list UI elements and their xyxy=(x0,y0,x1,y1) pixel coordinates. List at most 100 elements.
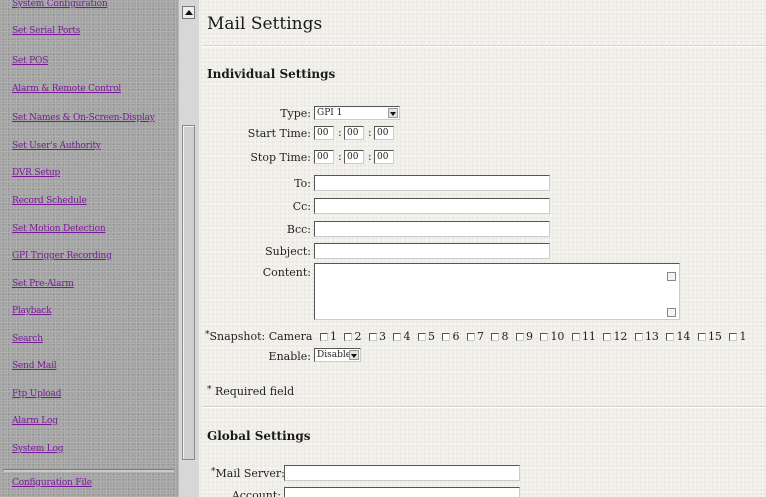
sidebar-item-set-pos[interactable]: Set POS xyxy=(12,56,48,66)
bcc-input[interactable] xyxy=(314,221,550,237)
sidebar-item-playback[interactable]: Playback xyxy=(12,306,52,316)
checkbox-icon[interactable] xyxy=(319,333,328,341)
enable-label: Enable: xyxy=(268,350,311,363)
start-minute-input[interactable]: 00 xyxy=(344,126,364,140)
sidebar-item-send-mail[interactable]: Send Mail xyxy=(12,361,57,371)
sidebar-item-search[interactable]: Search xyxy=(12,334,43,344)
camera-checkbox-14[interactable]: 14 xyxy=(662,330,690,343)
sidebar-item-configuration-file[interactable]: Configuration File xyxy=(12,478,92,488)
camera-number: 6 xyxy=(452,330,460,343)
camera-checkbox-6[interactable]: 6 xyxy=(438,330,459,343)
type-label: Type: xyxy=(280,107,311,120)
camera-checkbox-1[interactable]: 1 xyxy=(316,330,337,343)
camera-checkbox-11[interactable]: 11 xyxy=(568,330,596,343)
checkbox-icon[interactable] xyxy=(466,333,475,341)
enable-select[interactable]: Disable xyxy=(314,348,361,362)
checkbox-icon[interactable] xyxy=(442,333,451,341)
scrollbar-thumb[interactable] xyxy=(182,125,195,460)
camera-checkbox-2[interactable]: 2 xyxy=(340,330,361,343)
checkbox-icon[interactable] xyxy=(393,333,402,341)
camera-number: 10 xyxy=(550,330,565,343)
camera-checkbox-15[interactable]: 15 xyxy=(694,330,722,343)
checkbox-icon[interactable] xyxy=(344,333,353,341)
checkbox-icon[interactable] xyxy=(571,333,580,341)
camera-checkbox-16[interactable]: 1 xyxy=(725,330,746,343)
checkbox-icon[interactable] xyxy=(603,333,612,341)
checkbox-icon[interactable] xyxy=(417,333,426,341)
to-label: To: xyxy=(294,177,311,190)
textarea-scroll-up-icon[interactable] xyxy=(667,272,676,281)
camera-checkbox-13[interactable]: 13 xyxy=(631,330,659,343)
required-marker: * xyxy=(207,385,212,395)
mail-server-input[interactable] xyxy=(284,465,520,481)
sidebar-item-ftp-upload[interactable]: Ftp Upload xyxy=(12,389,61,399)
scroll-up-arrow-icon[interactable] xyxy=(182,6,195,19)
stop-time-label: Stop Time: xyxy=(250,151,311,164)
camera-number: 9 xyxy=(525,330,533,343)
sidebar-item-alarm-log[interactable]: Alarm Log xyxy=(12,416,58,426)
time-separator: : xyxy=(338,150,342,163)
camera-checkbox-12[interactable]: 12 xyxy=(599,330,627,343)
stop-hour-input[interactable]: 00 xyxy=(314,150,334,164)
sidebar-item-set-motion-detection[interactable]: Set Motion Detection xyxy=(12,224,106,234)
main-content: Mail Settings Individual Settings Type: … xyxy=(199,0,766,497)
camera-number: 8 xyxy=(501,330,509,343)
subject-label: Subject: xyxy=(265,245,311,258)
subject-input[interactable] xyxy=(314,243,550,259)
checkbox-icon[interactable] xyxy=(515,333,524,341)
checkbox-icon[interactable] xyxy=(540,333,549,341)
bcc-label: Bcc: xyxy=(286,223,311,236)
account-label: Account: xyxy=(231,489,281,497)
global-settings-heading: Global Settings xyxy=(207,429,311,443)
time-separator: : xyxy=(368,150,372,163)
to-input[interactable] xyxy=(314,175,550,191)
checkbox-icon[interactable] xyxy=(491,333,500,341)
checkbox-icon[interactable] xyxy=(697,333,706,341)
camera-checkbox-9[interactable]: 9 xyxy=(512,330,533,343)
textarea-scroll-down-icon[interactable] xyxy=(667,308,676,317)
sidebar-item-system-log[interactable]: System Log xyxy=(12,444,64,454)
camera-label: Camera xyxy=(268,330,313,343)
sidebar-item-alarm-remote-control[interactable]: Alarm & Remote Control xyxy=(12,84,121,94)
cc-input[interactable] xyxy=(314,198,550,214)
camera-checkbox-3[interactable]: 3 xyxy=(365,330,386,343)
camera-number: 11 xyxy=(581,330,596,343)
stop-minute-input[interactable]: 00 xyxy=(344,150,364,164)
camera-number: 1 xyxy=(739,330,747,343)
sidebar-nav: System Configuration Set Serial Ports Se… xyxy=(0,0,178,497)
stop-second-input[interactable]: 00 xyxy=(374,150,394,164)
sidebar-item-system-configuration[interactable]: System Configuration xyxy=(12,0,108,9)
sidebar-item-gpi-trigger-recording[interactable]: GPI Trigger Recording xyxy=(12,251,112,261)
content-textarea[interactable] xyxy=(314,263,680,320)
checkbox-icon[interactable] xyxy=(368,333,377,341)
sidebar-item-set-names-osd[interactable]: Set Names & On-Screen-Display xyxy=(12,113,155,123)
sidebar-item-set-pre-alarm[interactable]: Set Pre-Alarm xyxy=(12,279,74,289)
camera-checkbox-8[interactable]: 8 xyxy=(487,330,508,343)
snapshot-camera-row: *Snapshot: Camera 1 2 3 4 5 6 7 8 9 10 1… xyxy=(205,330,746,343)
sidebar-item-record-schedule[interactable]: Record Schedule xyxy=(12,196,87,206)
account-input[interactable] xyxy=(284,487,520,497)
camera-number: 15 xyxy=(707,330,722,343)
sidebar-item-set-serial-ports[interactable]: Set Serial Ports xyxy=(12,26,80,36)
checkbox-icon[interactable] xyxy=(666,333,675,341)
sidebar-divider xyxy=(4,469,174,472)
sidebar-item-set-users-authority[interactable]: Set User's Authority xyxy=(12,141,101,151)
camera-number: 5 xyxy=(427,330,435,343)
start-hour-input[interactable]: 00 xyxy=(314,126,334,140)
enable-select-value: Disable xyxy=(317,350,352,360)
type-select[interactable]: GPI 1 xyxy=(314,106,400,120)
checkbox-icon[interactable] xyxy=(634,333,643,341)
camera-number: 4 xyxy=(403,330,411,343)
camera-checkbox-10[interactable]: 10 xyxy=(536,330,564,343)
chevron-down-icon xyxy=(388,108,398,118)
camera-checkbox-5[interactable]: 5 xyxy=(414,330,435,343)
checkbox-icon[interactable] xyxy=(729,333,738,341)
start-second-input[interactable]: 00 xyxy=(374,126,394,140)
camera-checkbox-4[interactable]: 4 xyxy=(389,330,410,343)
mail-server-label: Mail Server: xyxy=(215,467,285,480)
sidebar-scrollbar[interactable] xyxy=(178,0,199,497)
divider xyxy=(203,406,766,408)
content-label: Content: xyxy=(262,266,311,279)
camera-checkbox-7[interactable]: 7 xyxy=(463,330,484,343)
sidebar-item-dvr-setup[interactable]: DVR Setup xyxy=(12,168,60,178)
